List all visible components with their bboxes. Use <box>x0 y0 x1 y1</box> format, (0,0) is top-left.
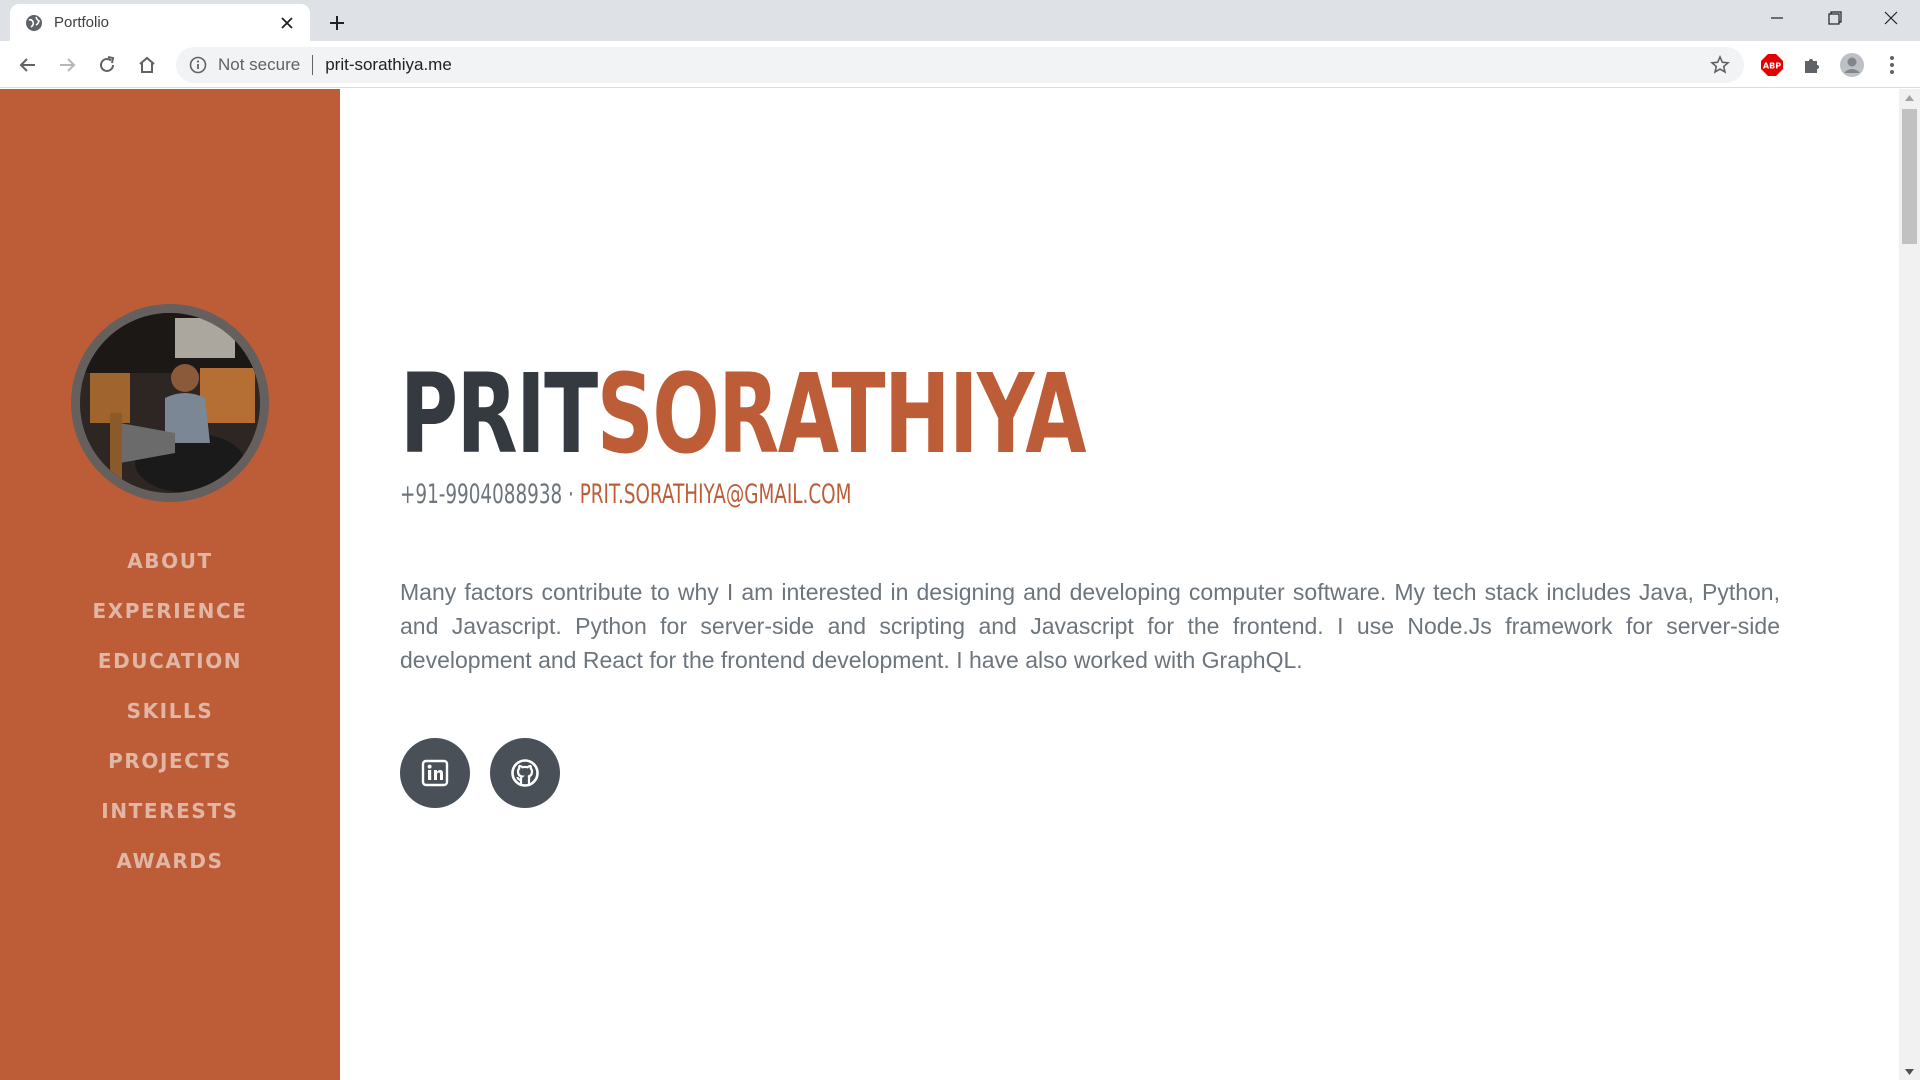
first-name: PRIT <box>400 350 598 478</box>
security-label: Not secure <box>218 55 301 74</box>
page-title: PRITSORATHIYA <box>400 359 1087 469</box>
scroll-up-arrow-icon[interactable] <box>1899 89 1920 106</box>
nav-menu: About Experience Education Skills Projec… <box>93 536 248 886</box>
linkedin-button[interactable] <box>400 738 470 808</box>
nav-item-projects[interactable]: Projects <box>108 736 232 786</box>
github-icon <box>510 758 540 788</box>
close-tab-icon[interactable] <box>276 12 298 34</box>
new-tab-button[interactable] <box>323 9 351 37</box>
nav-item-interests[interactable]: Interests <box>101 786 238 836</box>
scroll-down-arrow-icon[interactable] <box>1899 1063 1920 1080</box>
address-bar[interactable]: Not secure prit-sorathiya.me <box>176 47 1744 83</box>
browser-toolbar: Not secure prit-sorathiya.me ABP <box>0 41 1920 88</box>
last-name: SORATHIYA <box>596 350 1087 478</box>
profile-photo <box>71 304 269 502</box>
nav-item-awards[interactable]: Awards <box>116 836 223 886</box>
info-icon[interactable] <box>188 55 208 75</box>
adblock-extension-button[interactable]: ABP <box>1756 49 1788 81</box>
minimize-button[interactable] <box>1748 0 1806 36</box>
nav-item-skills[interactable]: Skills <box>127 686 214 736</box>
home-button[interactable] <box>131 49 163 81</box>
address-separator <box>312 55 314 75</box>
social-icons <box>400 738 560 808</box>
nav-item-education[interactable]: Education <box>98 636 242 686</box>
profile-avatar-icon[interactable] <box>1836 49 1868 81</box>
adblock-label: ABP <box>1763 62 1781 71</box>
main-content: PRITSORATHIYA +91-9904088938 · prit.sora… <box>340 89 1899 1080</box>
email-link[interactable]: prit.sorathiya@gmail.com <box>580 479 852 510</box>
page-scrollbar[interactable] <box>1899 89 1920 1080</box>
browser-tab[interactable]: Portfolio <box>10 4 310 41</box>
tab-title: Portfolio <box>54 14 110 31</box>
sidebar: About Experience Education Skills Projec… <box>0 89 340 1080</box>
github-button[interactable] <box>490 738 560 808</box>
about-paragraph: Many factors contribute to why I am inte… <box>400 579 1780 673</box>
forward-button[interactable] <box>51 49 83 81</box>
nav-item-about[interactable]: About <box>127 536 213 586</box>
url-text[interactable]: prit-sorathiya.me <box>325 55 452 75</box>
restore-button[interactable] <box>1806 0 1864 36</box>
phone-number: +91-9904088938 <box>400 479 563 510</box>
close-window-button[interactable] <box>1862 0 1920 36</box>
extensions-puzzle-icon[interactable] <box>1796 49 1828 81</box>
nav-item-experience[interactable]: Experience <box>93 586 248 636</box>
menu-kebab-icon[interactable] <box>1876 49 1908 81</box>
scrollbar-thumb[interactable] <box>1902 109 1917 244</box>
globe-icon <box>24 13 44 33</box>
browser-tab-strip: Portfolio <box>0 0 1920 41</box>
linkedin-icon <box>421 759 449 787</box>
bookmark-star-icon[interactable] <box>1708 53 1732 77</box>
back-button[interactable] <box>12 49 44 81</box>
contact-separator: · <box>562 479 580 510</box>
contact-line: +91-9904088938 · prit.sorathiya@gmail.co… <box>400 479 851 510</box>
reload-button[interactable] <box>91 49 123 81</box>
